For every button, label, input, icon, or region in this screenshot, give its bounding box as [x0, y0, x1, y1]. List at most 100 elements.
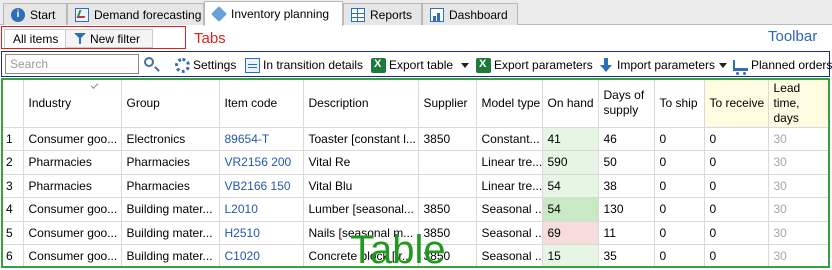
- export-table-dropdown-arrow[interactable]: [461, 63, 469, 68]
- cell-group[interactable]: Pharmacies: [121, 174, 220, 198]
- cell-group[interactable]: Building mater...: [121, 244, 220, 266]
- cell-on-hand[interactable]: 590: [542, 150, 599, 175]
- cell-on-hand[interactable]: 69: [542, 221, 599, 245]
- cell-item-code-link[interactable]: H2510: [219, 221, 304, 245]
- table-row[interactable]: 4 Consumer goo... Building mater... L201…: [3, 197, 828, 222]
- cell-days-of-supply[interactable]: 50: [598, 150, 655, 175]
- cell-to-ship[interactable]: 0: [654, 150, 705, 175]
- cell-on-hand[interactable]: 54: [542, 197, 599, 222]
- tab-start[interactable]: i Start: [3, 3, 67, 25]
- cell-to-ship[interactable]: 0: [654, 127, 705, 151]
- tab-dashboard[interactable]: Dashboard: [422, 3, 518, 25]
- cell-supplier[interactable]: 3850: [418, 127, 477, 151]
- column-header-model-type[interactable]: Model type: [476, 80, 543, 128]
- cell-supplier[interactable]: 3850: [418, 244, 477, 266]
- cell-model-type[interactable]: Seasonal ...: [476, 221, 543, 245]
- cell-to-receive[interactable]: 0: [704, 221, 769, 245]
- planned-orders-button[interactable]: Planned orders: [733, 56, 832, 75]
- in-transition-details-button[interactable]: In transition details: [245, 56, 363, 74]
- cell-on-hand[interactable]: 54: [542, 174, 599, 198]
- cell-description[interactable]: Nails [seasonal m...: [303, 221, 419, 245]
- cell-on-hand[interactable]: 15: [542, 244, 599, 266]
- cell-description[interactable]: Toaster [constant l...: [303, 127, 419, 151]
- cell-lead-time[interactable]: 30: [768, 150, 828, 175]
- cell-group[interactable]: Electronics: [121, 127, 220, 151]
- cell-industry[interactable]: Consumer goo...: [23, 127, 122, 151]
- cell-to-ship[interactable]: 0: [654, 244, 705, 266]
- cell-description[interactable]: Lumber [seasonal...: [303, 197, 419, 222]
- column-header-group[interactable]: Group: [121, 80, 220, 128]
- table-row[interactable]: 5 Consumer goo... Building mater... H251…: [3, 221, 828, 245]
- cell-to-ship[interactable]: 0: [654, 197, 705, 222]
- cell-description[interactable]: Vital Re: [303, 150, 419, 175]
- search-button[interactable]: [143, 56, 161, 74]
- cell-supplier[interactable]: 3850: [418, 197, 477, 222]
- table-row[interactable]: 6 Consumer goo... Building mater... C102…: [3, 244, 828, 266]
- cell-on-hand[interactable]: 41: [542, 127, 599, 151]
- column-header-to-ship[interactable]: To ship: [654, 80, 705, 128]
- cell-supplier[interactable]: [418, 150, 477, 175]
- column-header-supplier[interactable]: Supplier: [418, 80, 477, 128]
- cell-model-type[interactable]: Seasonal ...: [476, 244, 543, 266]
- tab-demand-forecasting[interactable]: Demand forecasting: [67, 3, 204, 25]
- cell-group[interactable]: Building mater...: [121, 197, 220, 222]
- cell-industry[interactable]: Consumer goo...: [23, 221, 122, 245]
- cell-item-code-link[interactable]: 89654-T: [219, 127, 304, 151]
- cell-supplier[interactable]: 3850: [418, 221, 477, 245]
- cell-to-receive[interactable]: 0: [704, 197, 769, 222]
- cell-supplier[interactable]: [418, 174, 477, 198]
- cell-lead-time[interactable]: 30: [768, 174, 828, 198]
- search-input[interactable]: [5, 54, 139, 74]
- import-parameters-button[interactable]: Import parameters: [599, 56, 715, 74]
- table-row[interactable]: 1 Consumer goo... Electronics 89654-T To…: [3, 127, 828, 151]
- cell-model-type[interactable]: Seasonal ...: [476, 197, 543, 222]
- cell-model-type[interactable]: Constant...: [476, 127, 543, 151]
- cell-lead-time[interactable]: 30: [768, 197, 828, 222]
- column-header-description[interactable]: Description: [303, 80, 419, 128]
- cell-to-receive[interactable]: 0: [704, 174, 769, 198]
- export-table-button[interactable]: Export table: [371, 56, 453, 74]
- cell-group[interactable]: Building mater...: [121, 221, 220, 245]
- cell-to-ship[interactable]: 0: [654, 174, 705, 198]
- column-header-index[interactable]: [3, 80, 24, 128]
- cell-model-type[interactable]: Linear tre...: [476, 150, 543, 175]
- cell-item-code-link[interactable]: VR2156 200: [219, 150, 304, 175]
- cell-lead-time[interactable]: 30: [768, 127, 828, 151]
- column-header-to-receive[interactable]: To receive: [704, 80, 769, 128]
- cell-days-of-supply[interactable]: 38: [598, 174, 655, 198]
- cell-group[interactable]: Pharmacies: [121, 150, 220, 175]
- tab-inventory-planning[interactable]: Inventory planning: [204, 1, 343, 26]
- cell-to-receive[interactable]: 0: [704, 150, 769, 175]
- cell-to-receive[interactable]: 0: [704, 244, 769, 266]
- subtab-new-filter[interactable]: New filter: [65, 29, 153, 48]
- settings-button[interactable]: Settings: [175, 56, 236, 74]
- cell-days-of-supply[interactable]: 46: [598, 127, 655, 151]
- cell-to-receive[interactable]: 0: [704, 127, 769, 151]
- cell-item-code-link[interactable]: VB2166 150: [219, 174, 304, 198]
- table-row[interactable]: 3 Pharmacies Pharmacies VB2166 150 Vital…: [3, 174, 828, 198]
- column-header-industry[interactable]: Industry: [23, 80, 122, 128]
- cell-description[interactable]: Concrete block [tr...: [303, 244, 419, 266]
- cell-days-of-supply[interactable]: 35: [598, 244, 655, 266]
- column-header-item-code[interactable]: Item code: [219, 80, 304, 128]
- subtab-all-items[interactable]: All items: [4, 29, 68, 48]
- cell-item-code-link[interactable]: C1020: [219, 244, 304, 266]
- column-header-on-hand[interactable]: On hand: [542, 80, 599, 128]
- cell-industry[interactable]: Pharmacies: [23, 174, 122, 198]
- column-header-lead-time[interactable]: Lead time, days: [768, 80, 828, 128]
- cell-industry[interactable]: Consumer goo...: [23, 197, 122, 222]
- tab-reports[interactable]: Reports: [343, 3, 422, 25]
- cell-industry[interactable]: Consumer goo...: [23, 244, 122, 266]
- cell-item-code-link[interactable]: L2010: [219, 197, 304, 222]
- import-parameters-dropdown-arrow[interactable]: [719, 63, 727, 68]
- cell-days-of-supply[interactable]: 11: [598, 221, 655, 245]
- column-header-days-of-supply[interactable]: Days of supply: [598, 80, 655, 128]
- cell-lead-time[interactable]: 30: [768, 244, 828, 266]
- cell-days-of-supply[interactable]: 130: [598, 197, 655, 222]
- cell-description[interactable]: Vital Blu: [303, 174, 419, 198]
- cell-model-type[interactable]: Linear tre...: [476, 174, 543, 198]
- export-parameters-button[interactable]: Export parameters: [476, 56, 593, 74]
- cell-lead-time[interactable]: 30: [768, 221, 828, 245]
- cell-to-ship[interactable]: 0: [654, 221, 705, 245]
- cell-industry[interactable]: Pharmacies: [23, 150, 122, 175]
